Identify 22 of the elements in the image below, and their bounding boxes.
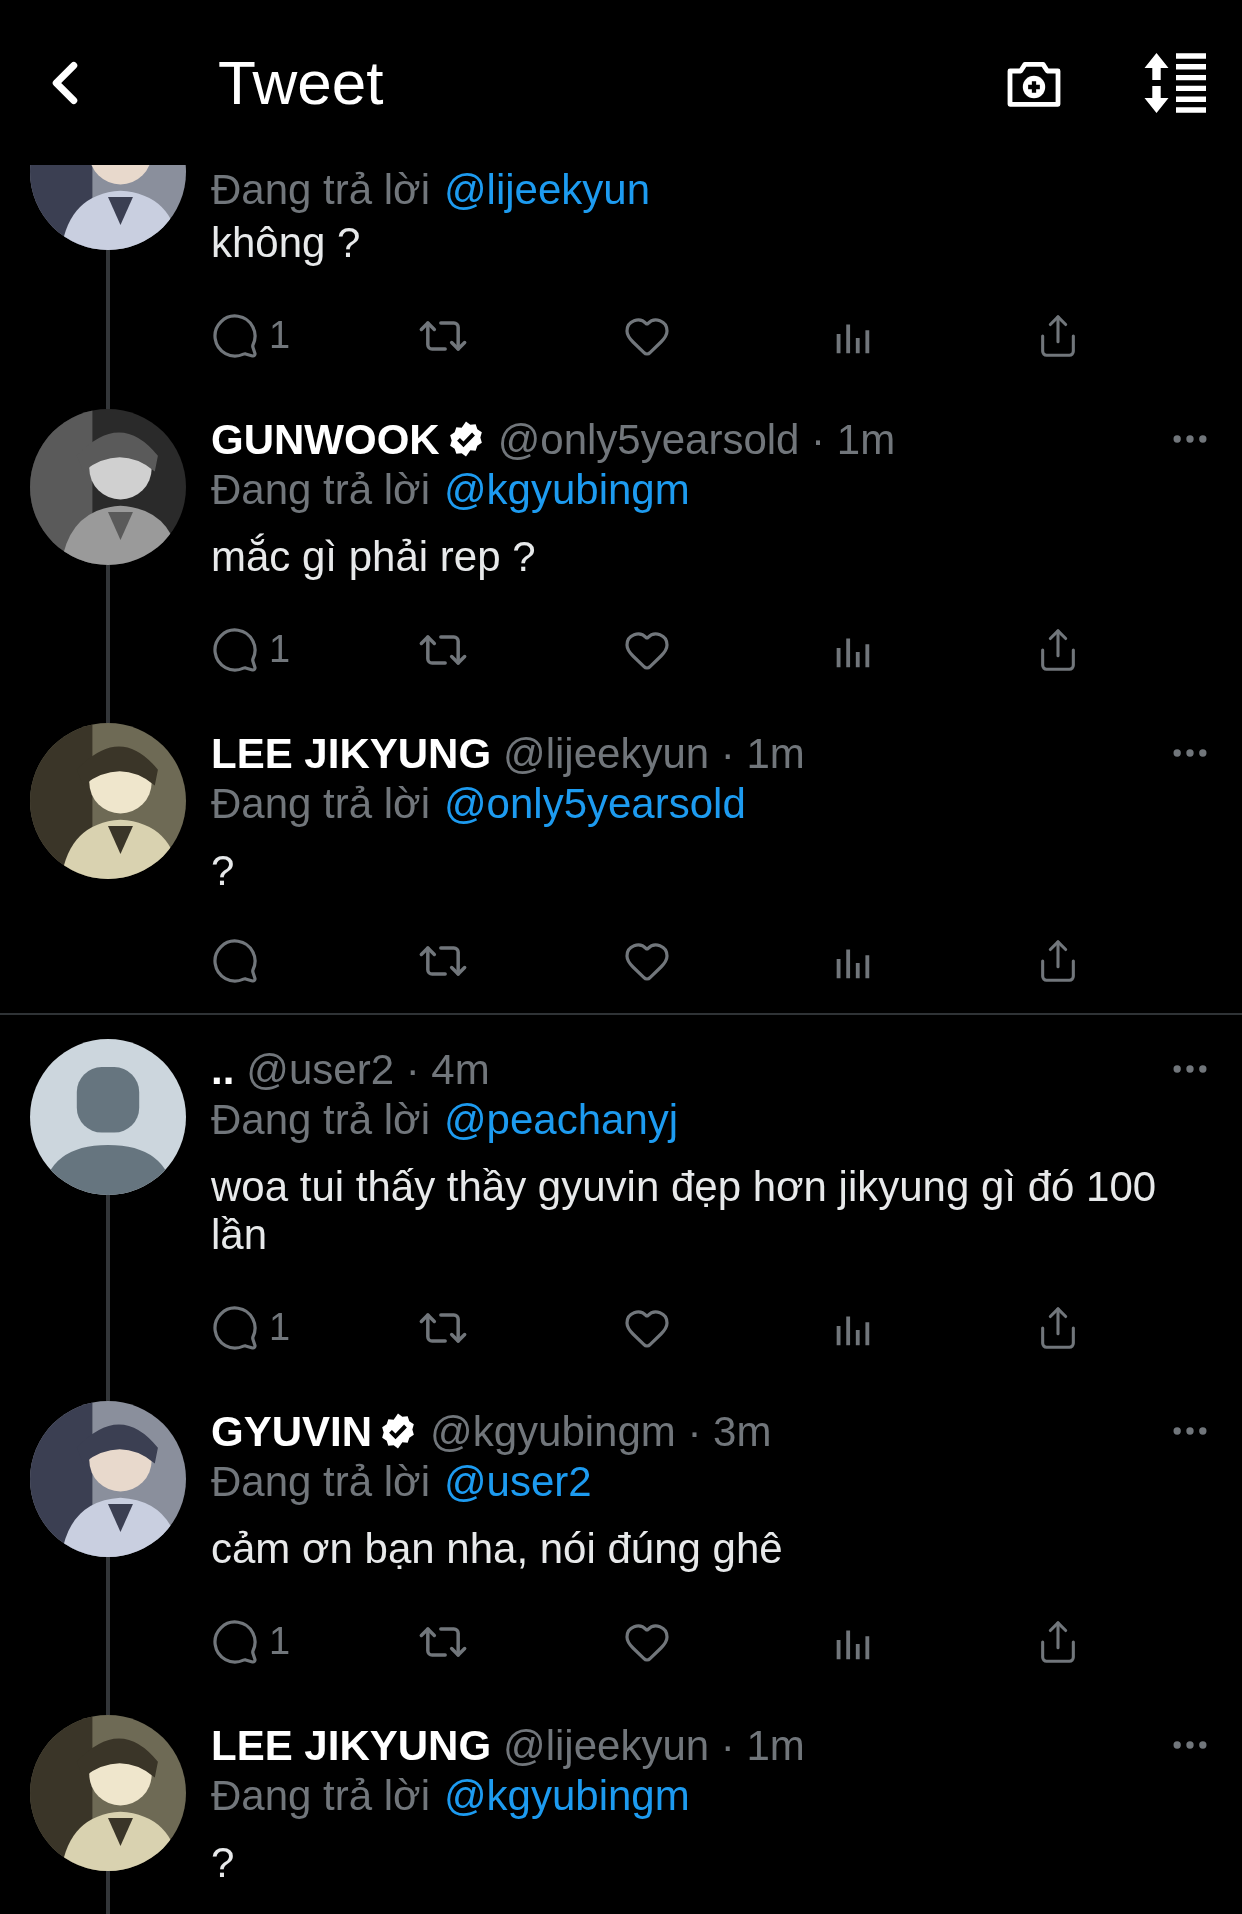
mention-link[interactable]: @lijeekyun: [443, 165, 651, 221]
handle-and-time: @lijeekyun · 1m: [503, 728, 805, 779]
reply-icon[interactable]: [211, 311, 259, 360]
reply-icon[interactable]: [211, 625, 259, 674]
tweet-text: mắc gì phải rep ?: [211, 533, 537, 581]
reply-count: 1: [269, 627, 291, 672]
page-title: Tweet: [218, 47, 384, 119]
tweet-text: woa tui thấy thầy gyuvin đẹp hơn jikyung gì đó 100 lần: [211, 1163, 1158, 1259]
tweet-text: ?: [211, 847, 236, 895]
tweet-text: không ?: [211, 219, 362, 267]
tweet-text: cảm ơn bạn nha, nói đúng ghê: [211, 1525, 784, 1573]
reply-count: 1: [269, 313, 291, 358]
reply-count: 1: [269, 1619, 291, 1664]
handle-and-time: @only5yearsold · 1m: [497, 414, 896, 465]
replying-to-label: Đang trả lời: [211, 165, 430, 215]
handle-and-time: @kgyubingm · 3m: [430, 1406, 772, 1457]
tweet-text: ?: [211, 1839, 236, 1887]
reply-icon[interactable]: [211, 937, 259, 985]
handle-and-time: @lijeekyun · 1m: [503, 1720, 805, 1771]
reply-count: 1: [269, 1305, 291, 1350]
reply-icon[interactable]: [211, 1617, 259, 1666]
reply-icon[interactable]: [211, 1303, 259, 1352]
